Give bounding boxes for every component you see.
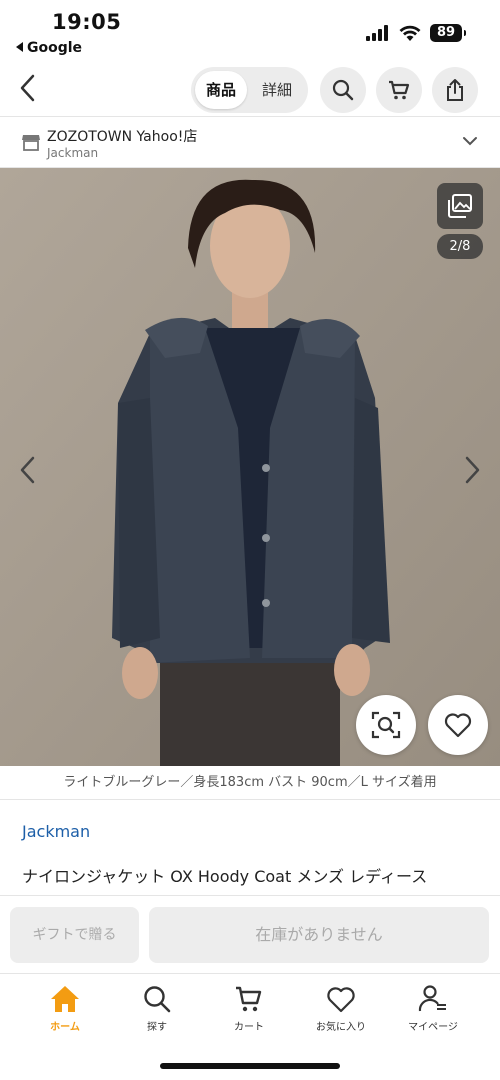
product-image-carousel[interactable] xyxy=(0,168,500,766)
search-button[interactable] xyxy=(320,67,366,113)
image-gallery-icon xyxy=(448,194,472,218)
heart-icon xyxy=(327,987,355,1013)
tab-details[interactable]: 詳細 xyxy=(251,71,303,109)
chevron-left-icon[interactable] xyxy=(16,455,40,485)
image-search-button[interactable] xyxy=(356,695,416,755)
tab-home[interactable]: ホーム xyxy=(19,984,111,1036)
tab-search-label: 探す xyxy=(147,1022,167,1033)
battery-icon: 89 xyxy=(430,24,466,42)
store-icon xyxy=(22,135,40,151)
share-icon xyxy=(447,79,463,101)
search-icon xyxy=(144,986,171,1013)
cart-icon xyxy=(236,986,262,1012)
product-photo xyxy=(0,168,500,766)
image-page-indicator: 2/8 xyxy=(437,234,483,259)
tab-home-label: ホーム xyxy=(50,1022,80,1033)
tab-favorites-label: お気に入り xyxy=(316,1022,366,1033)
tab-cart[interactable]: カート xyxy=(203,984,295,1036)
store-name: ZOZOTOWN Yahoo!店 xyxy=(47,129,198,145)
view-segmented-control: 商品 詳細 xyxy=(191,67,308,113)
status-bar: 19:05 Google 89 xyxy=(0,0,500,62)
chevron-right-icon[interactable] xyxy=(460,455,484,485)
back-to-app-link[interactable]: Google xyxy=(16,40,82,56)
cellular-signal-icon xyxy=(366,25,390,41)
tab-favorites[interactable]: お気に入り xyxy=(295,984,387,1036)
heart-icon xyxy=(444,713,472,738)
back-app-label: Google xyxy=(27,40,83,56)
tab-product[interactable]: 商品 xyxy=(195,71,247,109)
cart-icon xyxy=(389,80,410,100)
brand-link[interactable]: Jackman xyxy=(22,822,90,841)
share-button[interactable] xyxy=(432,67,478,113)
out-of-stock-button[interactable]: 在庫がありません xyxy=(149,907,489,963)
back-triangle-icon xyxy=(16,42,23,52)
nav-bar: 商品 詳細 xyxy=(0,62,500,116)
back-chevron-icon[interactable] xyxy=(12,70,46,106)
cart-button[interactable] xyxy=(376,67,422,113)
home-icon xyxy=(51,986,79,1012)
product-title: ナイロンジャケット OX Hoody Coat メンズ レディース xyxy=(22,867,428,886)
search-icon xyxy=(332,79,354,101)
gallery-button[interactable] xyxy=(437,183,483,229)
tab-mypage[interactable]: マイページ xyxy=(387,984,479,1036)
purchase-action-bar: ギフトで贈る 在庫がありません xyxy=(0,895,500,973)
visual-search-icon xyxy=(371,711,401,739)
user-icon xyxy=(418,985,446,1012)
favorite-button[interactable] xyxy=(428,695,488,755)
status-time: 19:05 xyxy=(52,10,122,34)
tab-search[interactable]: 探す xyxy=(111,984,203,1036)
tab-cart-label: カート xyxy=(234,1022,264,1033)
image-caption: ライトブルーグレー／身長183cm バスト 90cm／L サイズ着用 xyxy=(0,766,500,800)
store-brand: Jackman xyxy=(47,146,99,160)
gift-button[interactable]: ギフトで贈る xyxy=(10,907,139,963)
tab-mypage-label: マイページ xyxy=(408,1022,458,1033)
store-selector[interactable]: ZOZOTOWN Yahoo!店 Jackman xyxy=(0,116,500,168)
home-indicator xyxy=(160,1063,340,1069)
wifi-icon xyxy=(399,25,421,41)
chevron-down-icon xyxy=(463,137,477,146)
